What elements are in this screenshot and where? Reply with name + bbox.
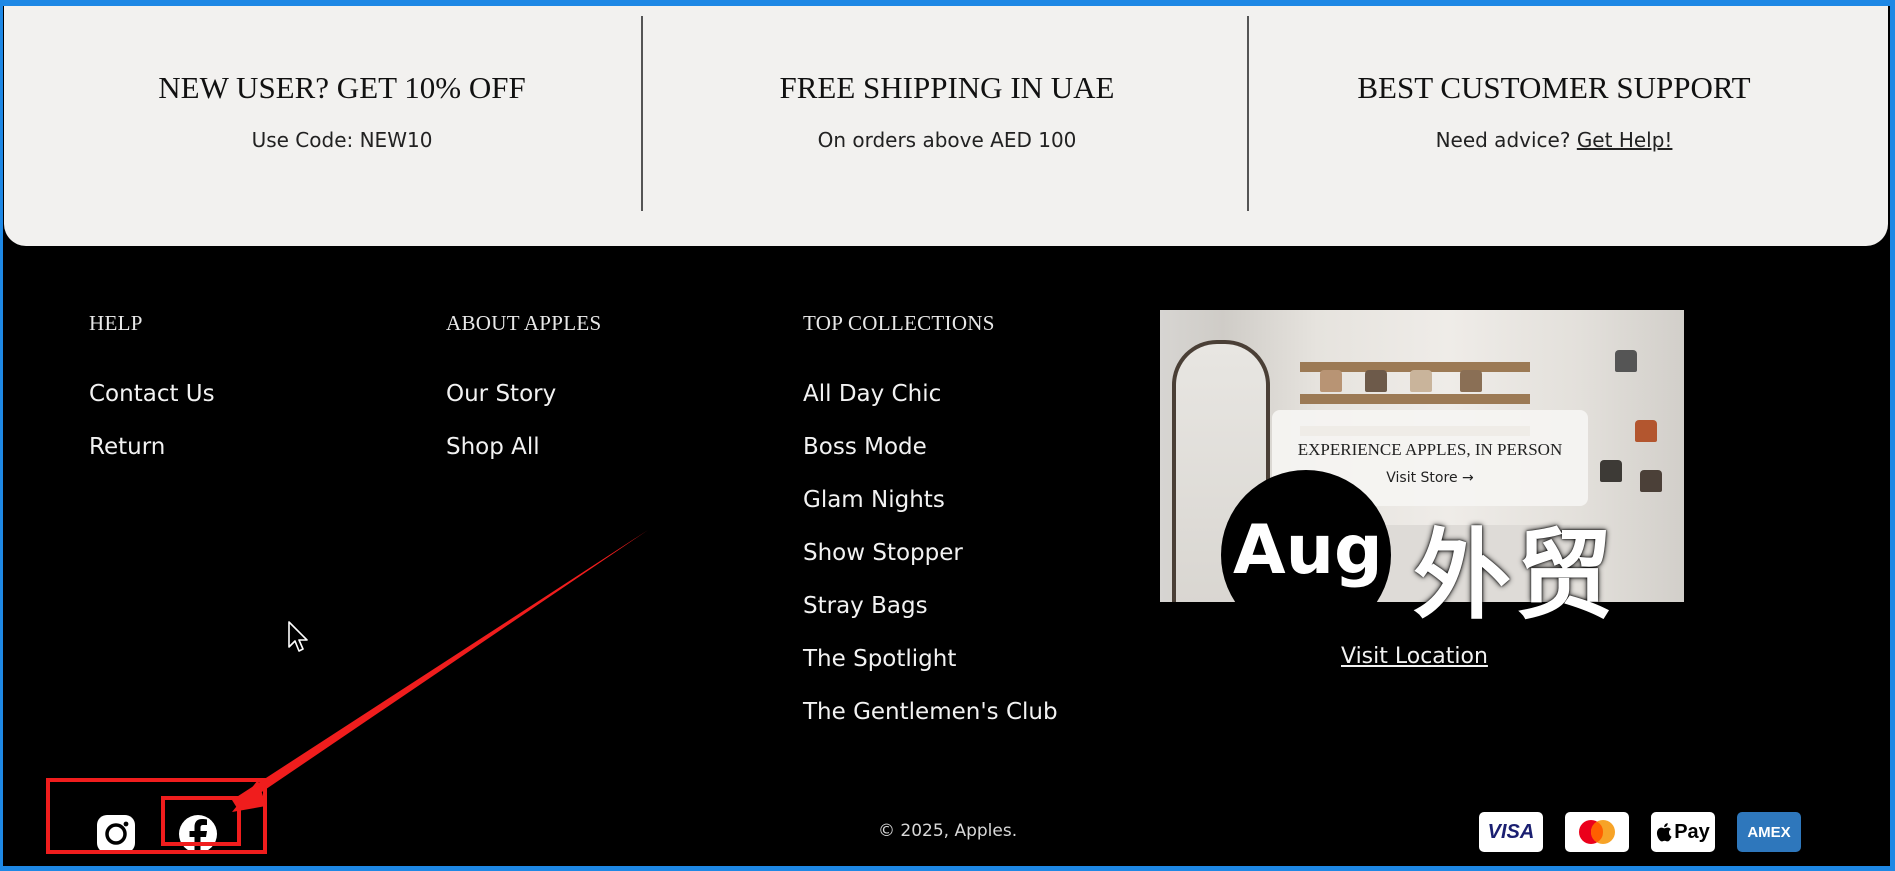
annotation-arrow [232, 530, 648, 812]
